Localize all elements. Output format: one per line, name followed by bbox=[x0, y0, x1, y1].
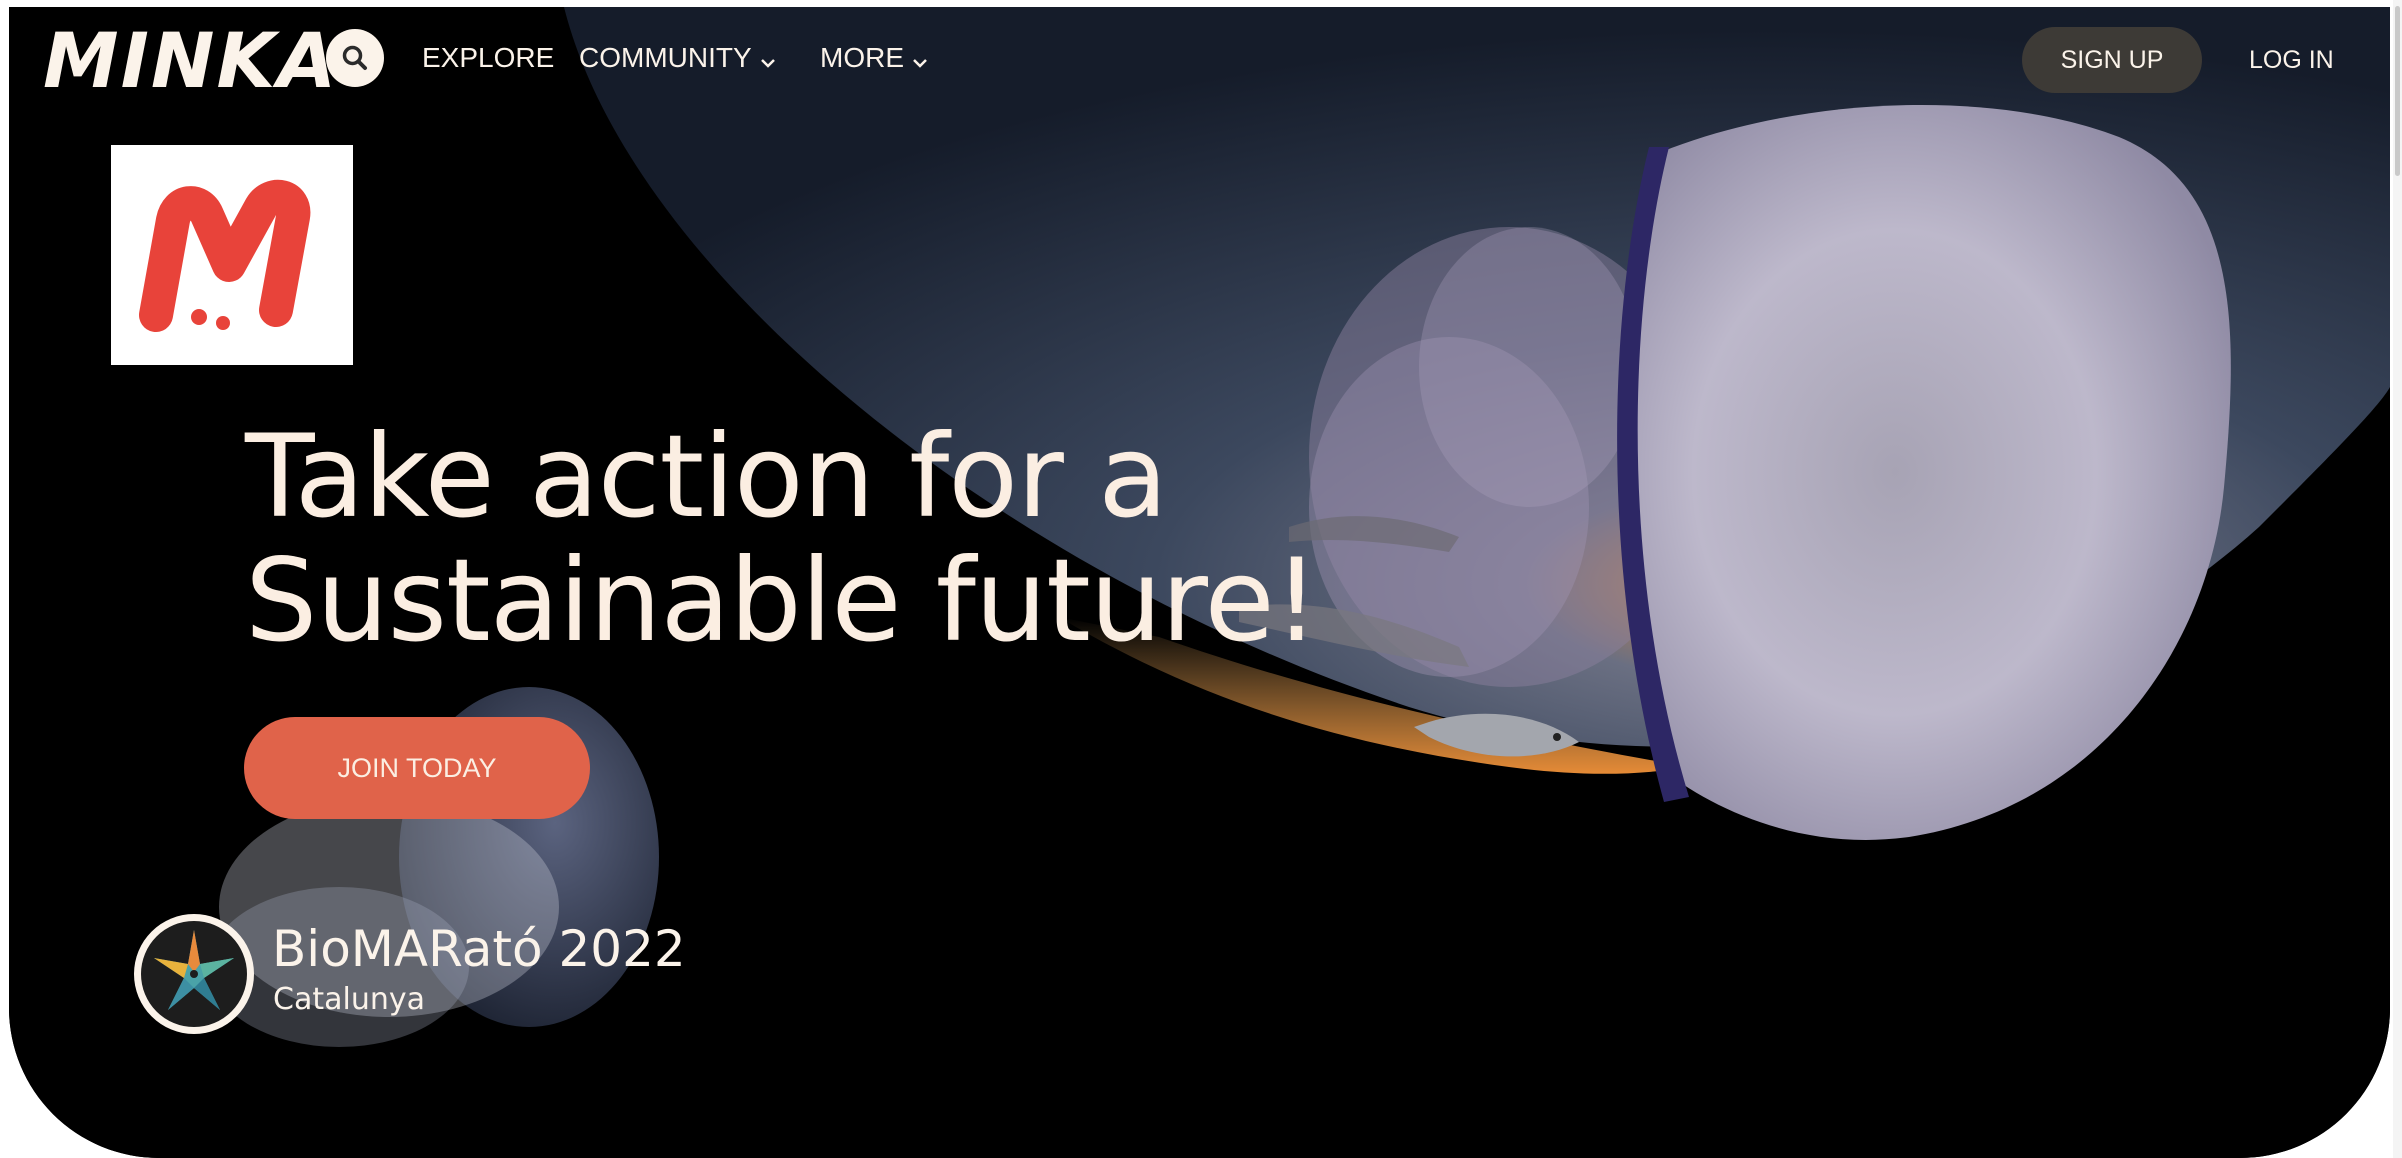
top-navigation: MINKA EXPLORE COMMUNITY MORE SIGN UP LOG… bbox=[9, 7, 2390, 117]
nav-explore[interactable]: EXPLORE bbox=[422, 37, 554, 79]
minka-m-logo-tile[interactable]: M bbox=[111, 145, 353, 365]
join-today-button[interactable]: JOIN TODAY bbox=[244, 717, 590, 819]
hero-headline: Take action for a Sustainable future! bbox=[245, 410, 1319, 667]
hero-headline-line2: Sustainable future! bbox=[245, 534, 1319, 667]
nav-community[interactable]: COMMUNITY bbox=[579, 37, 776, 79]
starfish-logo-icon bbox=[134, 914, 254, 1034]
hero-section: MINKA EXPLORE COMMUNITY MORE SIGN UP LOG… bbox=[9, 7, 2390, 1158]
scrollbar-thumb[interactable] bbox=[2395, 6, 2400, 176]
project-subtitle: Catalunya bbox=[273, 982, 425, 1017]
sign-up-button[interactable]: SIGN UP bbox=[2022, 27, 2202, 93]
search-icon bbox=[342, 45, 367, 70]
minka-logo[interactable]: MINKA bbox=[43, 11, 338, 111]
search-button[interactable] bbox=[326, 29, 384, 87]
chevron-down-icon bbox=[760, 39, 776, 81]
nav-more-label: MORE bbox=[820, 42, 904, 73]
nav-explore-label: EXPLORE bbox=[422, 42, 555, 73]
log-in-link[interactable]: LOG IN bbox=[2249, 27, 2334, 93]
minka-m-logo-icon bbox=[139, 179, 311, 332]
page-scrollbar[interactable] bbox=[2393, 0, 2402, 1158]
chevron-down-icon bbox=[912, 39, 928, 81]
nav-community-label: COMMUNITY bbox=[579, 42, 752, 73]
project-title: BioMARató 2022 bbox=[272, 920, 686, 978]
nav-more[interactable]: MORE bbox=[820, 37, 928, 79]
hero-headline-line1: Take action for a bbox=[245, 410, 1168, 543]
